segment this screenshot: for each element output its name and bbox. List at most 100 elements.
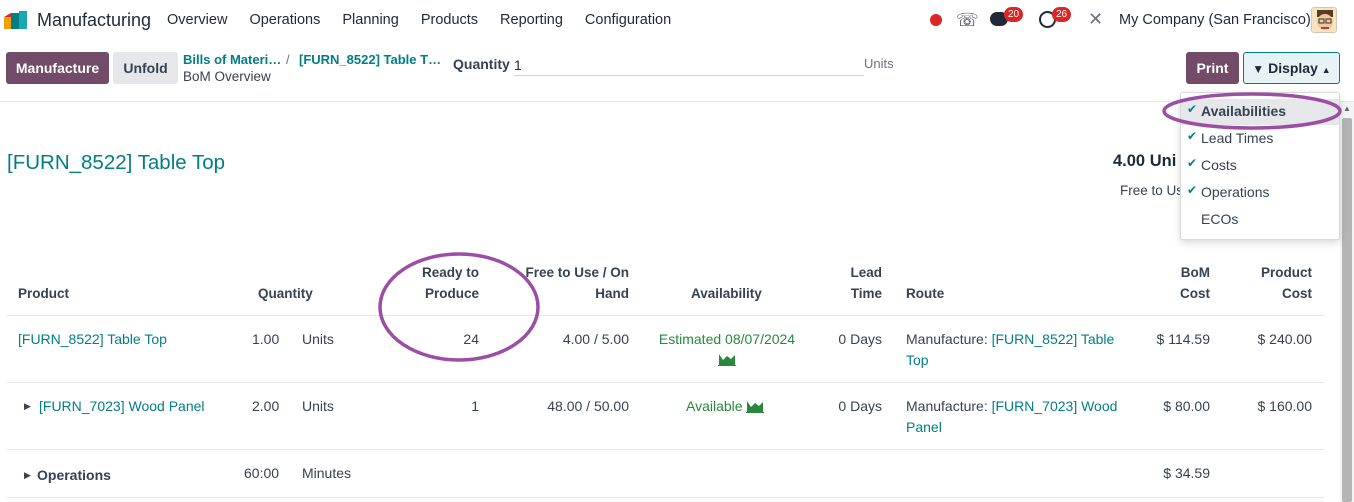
col-header-lead-line1: Lead (850, 265, 882, 280)
print-button[interactable]: Print (1186, 52, 1239, 84)
recording-indicator-icon[interactable] (930, 14, 942, 26)
row-quantity: 2.00 (252, 398, 280, 414)
col-header-product: Product (18, 286, 70, 301)
report-units-summary: 4.00 Uni (1113, 152, 1177, 170)
row-route-link-cont[interactable]: Panel (906, 417, 942, 438)
row-ready-to-produce: 24 (463, 331, 479, 347)
table-divider (7, 449, 1324, 450)
display-button-label: Display (1268, 60, 1318, 76)
row-operations-label[interactable]: Operations (37, 465, 111, 486)
menu-configuration[interactable]: Configuration (585, 12, 671, 28)
row-availability: Estimated 08/07/2024 (658, 331, 796, 347)
display-dropdown-menu: ✔ Availabilities ✔ Lead Times ✔ Costs ✔ … (1180, 92, 1340, 240)
menu-reporting[interactable]: Reporting (500, 12, 563, 28)
breadcrumb-bills-of-materials[interactable]: Bills of Materi… (183, 52, 281, 67)
menu-item-ecos[interactable]: ECOs (1181, 207, 1339, 233)
row-route-prefix: Manufacture: (906, 398, 988, 414)
menu-item-label: Operations (1201, 184, 1270, 200)
col-header-ready-line2: Produce (424, 286, 479, 301)
breadcrumb-current-page: BoM Overview (183, 69, 271, 84)
manufacturing-app-icon[interactable] (4, 11, 32, 29)
col-header-availability: Availability (691, 286, 762, 301)
row-ready-to-produce: 1 (471, 398, 479, 414)
menu-item-label: Lead Times (1201, 130, 1274, 146)
forecast-chart-icon[interactable] (746, 399, 764, 413)
row-free-on-hand: 4.00 / 5.00 (562, 331, 629, 347)
menu-item-label: ECOs (1201, 211, 1239, 227)
forecast-chart-icon[interactable] (718, 352, 736, 366)
col-header-route: Route (906, 286, 945, 301)
col-header-ready-to-produce: Ready to Produce (404, 262, 479, 304)
menu-products[interactable]: Products (421, 12, 478, 28)
row-bom-cost: $ 114.59 (1156, 331, 1210, 347)
control-panel: Manufacture Unfold Bills of Materi… / [F… (0, 40, 1354, 102)
row-route-link-cont[interactable]: Top (906, 350, 929, 371)
report-free-summary: Free to Us (1120, 183, 1184, 198)
row-lead-time: 0 Days (838, 398, 882, 414)
table-divider (7, 382, 1324, 383)
menu-item-costs[interactable]: ✔ Costs (1181, 153, 1339, 179)
menu-item-availabilities[interactable]: ✔ Availabilities (1181, 99, 1339, 125)
col-header-free-line2: Hand (595, 286, 629, 301)
col-header-quantity: Quantity (258, 286, 313, 301)
col-header-lead-time: Lead Time (835, 262, 882, 304)
display-dropdown-button[interactable]: ▼ Display ▲ (1243, 52, 1340, 84)
tools-icon[interactable]: ✕ (1088, 9, 1103, 30)
col-header-prod-line2: Cost (1282, 286, 1312, 301)
row-lead-time: 0 Days (838, 331, 882, 347)
row-free-on-hand: 48.00 / 50.00 (547, 398, 629, 414)
report-product-title[interactable]: [FURN_8522] Table Top (7, 151, 225, 175)
col-header-product-cost: Product Cost (1240, 262, 1312, 304)
menu-item-lead-times[interactable]: ✔ Lead Times (1181, 126, 1339, 152)
row-bom-cost: $ 34.59 (1163, 465, 1210, 481)
breadcrumb-separator: / (286, 52, 290, 67)
row-bom-cost: $ 80.00 (1163, 398, 1210, 414)
col-header-free-line1: Free to Use / On (525, 265, 629, 280)
caret-up-icon: ▲ (1321, 65, 1331, 75)
menu-item-label: Costs (1201, 157, 1237, 173)
quantity-input[interactable] (514, 54, 864, 76)
row-route: Manufacture: [FURN_8522] Table (906, 329, 1126, 350)
col-header-bom-cost: BoM Cost (1150, 262, 1210, 304)
manufacture-button[interactable]: Manufacture (6, 52, 109, 84)
check-icon: ✔ (1187, 156, 1198, 170)
app-name[interactable]: Manufacturing (37, 10, 151, 31)
row-availability: Available (686, 398, 743, 414)
vertical-scrollbar-thumb[interactable] (1342, 118, 1352, 502)
row-uom: Units (302, 398, 334, 414)
main-menu: Overview Operations Planning Products Re… (167, 12, 693, 28)
check-icon: ✔ (1187, 183, 1198, 197)
row-product-link[interactable]: [FURN_8522] Table Top (18, 329, 167, 350)
scroll-up-arrow-icon[interactable]: ▲ (1343, 104, 1351, 113)
phone-icon[interactable]: ☏ (956, 10, 979, 31)
table-divider (7, 497, 1324, 498)
breadcrumb-bom-record[interactable]: [FURN_8522] Table T… (299, 52, 441, 67)
row-route-link[interactable]: [FURN_7023] Wood (992, 398, 1118, 414)
row-route-link[interactable]: [FURN_8522] Table (992, 331, 1115, 347)
check-icon: ✔ (1187, 102, 1198, 116)
col-header-bom-line2: Cost (1180, 286, 1210, 301)
row-quantity: 1.00 (252, 331, 280, 347)
row-product-link[interactable]: [FURN_7023] Wood Panel (39, 396, 205, 417)
col-header-prod-line1: Product (1260, 265, 1312, 280)
menu-overview[interactable]: Overview (167, 12, 227, 28)
filter-icon: ▼ (1252, 62, 1265, 76)
chat-count-badge: 20 (1004, 7, 1024, 22)
row-quantity: 60:00 (244, 465, 280, 481)
menu-item-operations[interactable]: ✔ Operations (1181, 180, 1339, 206)
unfold-button[interactable]: Unfold (113, 52, 178, 84)
col-header-lead-line2: Time (850, 286, 882, 301)
row-route-prefix: Manufacture: (906, 331, 988, 347)
menu-planning[interactable]: Planning (342, 12, 398, 28)
expand-caret-icon[interactable]: ▶ (24, 470, 31, 481)
company-switcher[interactable]: My Company (San Francisco) (1119, 12, 1311, 28)
col-header-free-on-hand: Free to Use / On Hand (510, 262, 629, 304)
table-divider (7, 315, 1324, 316)
activity-count-badge: 26 (1052, 7, 1072, 22)
row-product-cost: $ 240.00 (1257, 331, 1313, 347)
quantity-label: Quantity (453, 56, 510, 72)
menu-operations[interactable]: Operations (249, 12, 320, 28)
check-icon: ✔ (1187, 129, 1198, 143)
expand-caret-icon[interactable]: ▶ (24, 401, 31, 412)
user-avatar[interactable] (1311, 7, 1337, 33)
